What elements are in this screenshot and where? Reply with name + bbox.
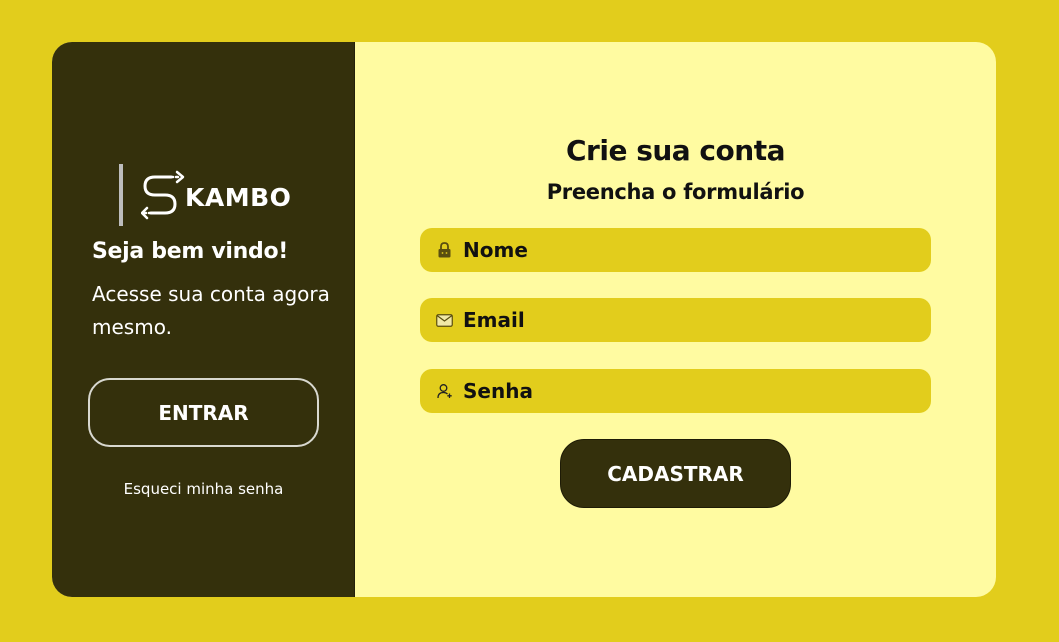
brand-name: KAMBO xyxy=(185,182,292,212)
welcome-panel: KAMBO Seja bem vindo! Acesse sua conta a… xyxy=(52,42,355,597)
register-button[interactable]: CADASTRAR xyxy=(560,439,791,508)
user-add-icon xyxy=(436,383,453,400)
envelope-icon xyxy=(436,312,453,329)
email-field-label: Email xyxy=(463,308,525,332)
form-subtitle: Preencha o formulário xyxy=(546,180,805,204)
brand-logo: KAMBO xyxy=(119,160,291,230)
logo-s-arrows-icon xyxy=(141,170,185,220)
signup-card: KAMBO Seja bem vindo! Acesse sua conta a… xyxy=(52,42,996,597)
password-field-label: Senha xyxy=(463,379,533,403)
email-field[interactable]: Email xyxy=(420,298,931,342)
forgot-password-link[interactable]: Esqueci minha senha xyxy=(52,480,355,498)
form-title: Crie sua conta xyxy=(566,134,785,167)
login-button[interactable]: ENTRAR xyxy=(88,378,319,447)
welcome-subtitle: Acesse sua conta agora mesmo. xyxy=(92,282,330,339)
password-field[interactable]: Senha xyxy=(420,369,931,413)
welcome-heading: Seja bem vindo! xyxy=(92,239,289,264)
name-field-label: Nome xyxy=(463,238,528,262)
logo-divider xyxy=(119,164,123,226)
name-field[interactable]: Nome xyxy=(420,228,931,272)
signup-form: Crie sua conta Preencha o formulário Nom… xyxy=(355,42,996,597)
lock-icon xyxy=(436,242,453,259)
